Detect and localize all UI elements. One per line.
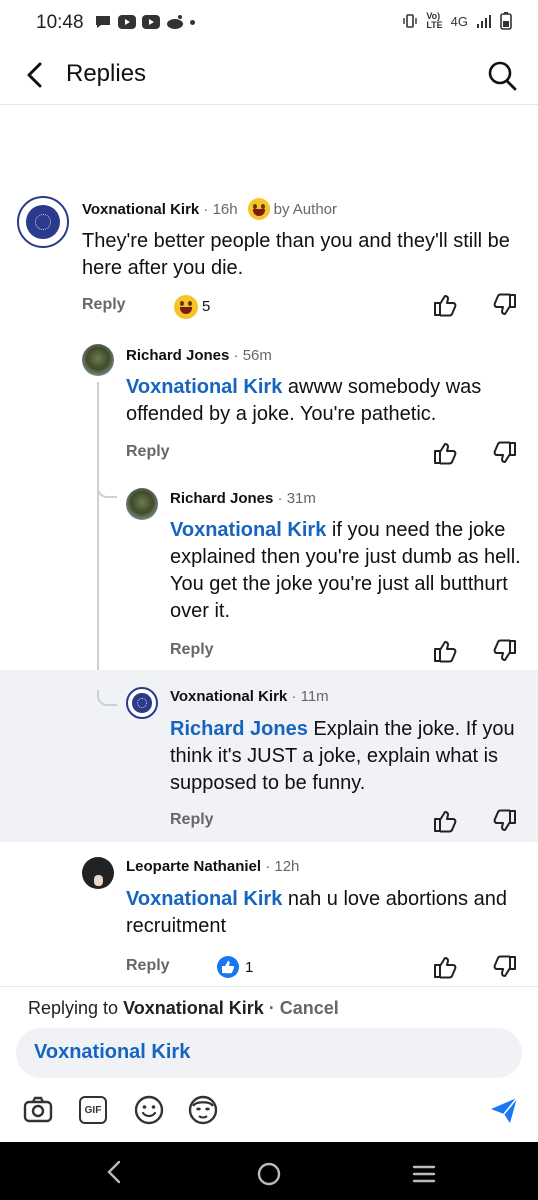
comment-text: Richard Jones Explain the joke. If you t… [170,716,520,797]
comment-time: 12h [274,858,300,875]
thumbs-up-icon[interactable] [432,638,458,664]
comment-time: 56m [242,347,272,364]
gif-icon[interactable]: GIF [79,1096,107,1124]
thread-connector [97,484,117,498]
avatar[interactable] [82,857,114,889]
vibrate-icon [403,14,418,28]
nav-recents-icon[interactable] [410,1162,438,1186]
comment-time: 16h [212,200,238,218]
thumbs-down-icon[interactable] [492,440,518,466]
thumbs-down-icon[interactable] [492,292,518,318]
avatar[interactable] [126,687,158,719]
reply-button[interactable]: Reply [170,641,214,659]
replying-to-bar: Replying to Voxnational Kirk · Cancel [28,998,339,1019]
youtube-notification-icon-2 [142,15,160,29]
comment-author[interactable]: Voxnational Kirk [82,201,199,218]
replying-prefix: Replying to [28,998,124,1018]
separator-dot: · [199,200,213,218]
network-type: 4G [450,13,468,29]
separator-dot: · [273,490,287,507]
separator-dot: · [287,688,301,705]
composer-divider [0,986,538,987]
status-time: 10:48 [36,12,84,33]
system-status-icons: Vo) LTE 4G [402,12,512,30]
avatar[interactable] [17,196,69,248]
author-emoji-icon [247,198,270,220]
avatar[interactable] [126,488,158,520]
thumbs-down-icon[interactable] [492,954,518,980]
reply-button[interactable]: Reply [126,957,170,975]
send-icon[interactable] [488,1094,520,1126]
notification-icons [94,14,195,30]
page-title: Replies [66,60,147,87]
reddit-notification-icon [167,15,183,29]
avatar-sticker-icon[interactable] [187,1094,219,1126]
comment-text: Voxnational Kirk nah u love abortions an… [126,886,526,940]
thread-connector [97,690,117,706]
separator-dot: · [263,998,280,1018]
reaction-count[interactable]: 1 [245,959,253,976]
comment-text: Voxnational Kirk awww somebody was offen… [126,374,526,428]
comment-text: Voxnational Kirk if you need the joke ex… [170,517,526,625]
comment-header: Richard Jones · 56m [126,347,272,365]
replying-target: Voxnational Kirk [123,998,264,1018]
thumbs-up-icon[interactable] [432,808,458,834]
thumbs-down-icon[interactable] [492,808,518,834]
like-icon [222,961,235,974]
mention-link[interactable]: Voxnational Kirk [126,888,282,910]
cancel-reply-button[interactable]: Cancel [280,998,339,1018]
youtube-notification-icon [118,15,136,29]
comment-header: Voxnational Kirk · 11m [170,688,329,706]
header-divider [0,104,538,105]
separator-dot: · [229,347,243,364]
comment-header: Voxnational Kirk · 16h by Author [82,198,337,220]
thread-line [97,382,99,688]
comment-header: Leoparte Nathaniel · 12h [126,858,299,876]
comment-time: 11m [300,688,329,705]
comment-text: They're better people than you and they'… [82,230,510,279]
back-arrow-icon[interactable] [20,58,50,92]
comment-author[interactable]: Leoparte Nathaniel [126,858,261,875]
mention-link[interactable]: Voxnational Kirk [126,376,282,398]
comment-author[interactable]: Richard Jones [126,347,229,364]
haha-reaction-icon[interactable] [174,295,198,319]
chat-notification-icon [96,16,110,28]
comment-author[interactable]: Voxnational Kirk [170,688,287,705]
reaction-count[interactable]: 5 [202,298,210,315]
reply-button[interactable]: Reply [82,296,126,314]
reply-button[interactable]: Reply [126,443,170,461]
nav-home-icon[interactable] [255,1160,283,1188]
avatar[interactable] [82,344,114,376]
volte-icon: Vo) LTE [426,11,443,30]
separator-dot: · [261,858,275,875]
comment-header: Richard Jones · 31m [170,490,316,508]
signal-icon [477,15,491,28]
reply-button[interactable]: Reply [170,811,214,829]
mention-link[interactable]: Richard Jones [170,718,308,740]
author-badge: by Author [273,200,338,218]
comment-input-value[interactable]: Voxnational Kirk [34,1041,190,1064]
more-notifications-icon [190,19,195,25]
nav-back-icon[interactable] [102,1158,126,1186]
emoji-icon[interactable] [133,1094,165,1126]
thumbs-up-icon[interactable] [432,440,458,466]
comment-time: 31m [286,490,316,507]
gif-label: GIF [84,1104,102,1116]
like-reaction-icon[interactable] [217,956,239,978]
thumbs-up-icon[interactable] [432,292,458,318]
thumbs-up-icon[interactable] [432,954,458,980]
comment-author[interactable]: Richard Jones [170,490,273,507]
battery-icon [500,12,512,30]
search-icon[interactable] [486,58,518,92]
camera-icon[interactable] [22,1094,54,1126]
mention-link[interactable]: Voxnational Kirk [170,519,326,541]
thumbs-down-icon[interactable] [492,638,518,664]
